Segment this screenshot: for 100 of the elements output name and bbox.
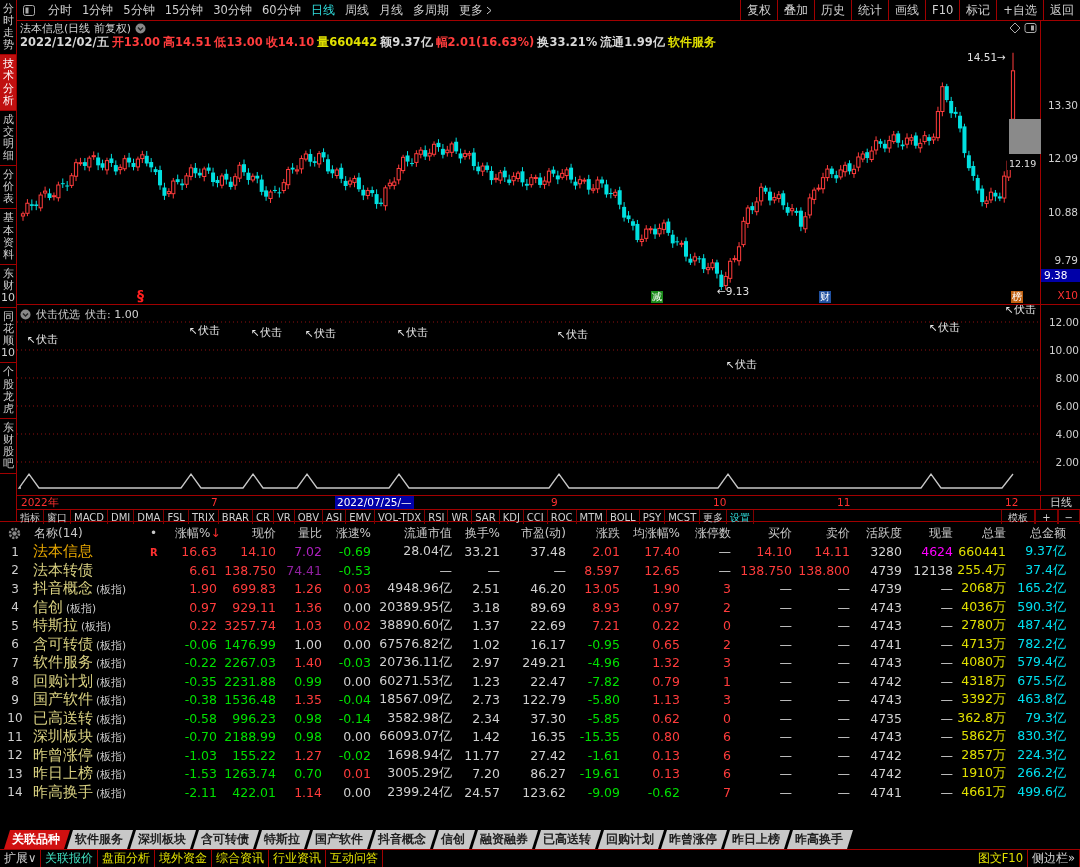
- sheet-tab[interactable]: 信创: [433, 830, 475, 850]
- column-header[interactable]: 总金额: [1006, 524, 1066, 542]
- column-header[interactable]: 现量: [902, 524, 953, 542]
- column-header[interactable]: 现价: [217, 524, 276, 542]
- column-header[interactable]: 涨速%: [322, 524, 371, 542]
- period-tab[interactable]: 更多: [453, 2, 497, 18]
- indicator-tab[interactable]: DMI: [108, 510, 135, 524]
- sheet-tab[interactable]: 国产软件: [307, 830, 373, 850]
- sheet-tab[interactable]: 深圳板块: [130, 830, 196, 850]
- indicator-tab[interactable]: OBV: [294, 510, 323, 524]
- stock-name[interactable]: 法本转债: [33, 560, 93, 580]
- side-tab[interactable]: 东财10: [0, 264, 16, 309]
- indicator-tab[interactable]: RSI: [425, 510, 449, 524]
- bottom-tab[interactable]: 行业资讯: [269, 850, 327, 867]
- sheet-tab[interactable]: 回购计划: [598, 830, 664, 850]
- toolbar-button[interactable]: 叠加: [777, 0, 815, 20]
- panel-button[interactable]: −: [1057, 510, 1080, 524]
- toolbar-button[interactable]: 画线: [888, 0, 926, 20]
- side-tab[interactable]: 分价表: [0, 166, 16, 210]
- stock-name[interactable]: 法本信息: [33, 542, 93, 561]
- indicator-tab[interactable]: ASI: [323, 510, 347, 524]
- indicator-tab[interactable]: VOL-TDX: [374, 510, 426, 524]
- indicator-tab[interactable]: 窗口: [44, 510, 71, 524]
- indicator-tab[interactable]: FSL: [164, 510, 189, 524]
- toolbar-button[interactable]: 统计: [851, 0, 889, 20]
- indicator-tab[interactable]: PSY: [639, 510, 666, 524]
- period-tab[interactable]: 15分钟: [159, 2, 209, 18]
- sheet-tab[interactable]: 软件服务: [67, 830, 133, 850]
- sheet-tab[interactable]: 抖音概念: [370, 830, 436, 850]
- indicator-tab[interactable]: KDJ: [499, 510, 524, 524]
- column-header[interactable]: 流通市值: [371, 524, 452, 542]
- indicator-tab[interactable]: BRAR: [218, 510, 253, 524]
- stock-name[interactable]: 深圳板块: [33, 727, 93, 746]
- column-header[interactable]: 涨停数: [680, 524, 731, 542]
- side-tab[interactable]: 基本资料: [0, 209, 16, 265]
- expand-button[interactable]: 扩展∨: [0, 850, 42, 867]
- stock-name[interactable]: 国产软件: [33, 690, 93, 709]
- bottom-tab[interactable]: 盘面分析: [98, 850, 156, 867]
- column-header[interactable]: 名称(14): [30, 524, 150, 542]
- period-tab[interactable]: 1分钟: [77, 2, 119, 18]
- sheet-tab[interactable]: 特斯拉: [256, 830, 310, 850]
- bottom-tab[interactable]: 关联报价: [41, 850, 99, 867]
- toolbar-button[interactable]: 返回: [1043, 0, 1080, 20]
- bottom-tab[interactable]: 互动问答: [326, 850, 384, 867]
- indicator-tab[interactable]: MTM: [576, 510, 607, 524]
- period-tab[interactable]: 30分钟: [208, 2, 257, 18]
- sheet-tab[interactable]: 昨高换手: [787, 830, 853, 850]
- bottom-tab[interactable]: 综合资讯: [212, 850, 270, 867]
- stock-name[interactable]: 昨曾涨停: [33, 745, 93, 765]
- column-header[interactable]: 市盈(动): [500, 524, 566, 542]
- indicator-tab[interactable]: VR: [273, 510, 295, 524]
- stock-name[interactable]: 抖音概念: [33, 579, 93, 598]
- period-tab[interactable]: 日线: [305, 2, 340, 18]
- stock-name[interactable]: 昨高换手: [33, 782, 93, 802]
- side-tab[interactable]: 同花顺10: [0, 308, 16, 364]
- toolbar-button[interactable]: F10: [925, 0, 960, 20]
- indicator-tab[interactable]: ROC: [547, 510, 577, 524]
- stock-name[interactable]: 回购计划: [33, 671, 93, 691]
- column-header[interactable]: 涨跌: [566, 524, 620, 542]
- stock-name[interactable]: 信创: [33, 597, 63, 617]
- event-marker[interactable]: 榜: [1011, 291, 1023, 303]
- column-header[interactable]: •: [150, 526, 175, 540]
- indicator-tab[interactable]: CR: [253, 510, 274, 524]
- indicator-tab[interactable]: MACD: [71, 510, 108, 524]
- indicator-tab[interactable]: 设置: [727, 510, 755, 524]
- column-header[interactable]: 活跃度: [850, 524, 902, 542]
- column-header[interactable]: 总量: [953, 524, 1006, 542]
- indicator-tab[interactable]: SAR: [472, 510, 500, 524]
- indicator-tab[interactable]: EMV: [346, 510, 375, 524]
- stock-name[interactable]: 昨日上榜: [33, 764, 93, 783]
- panel-button[interactable]: +: [1035, 510, 1058, 524]
- sheet-tab[interactable]: 融资融券: [472, 830, 538, 850]
- sheet-tab[interactable]: 含可转债: [193, 830, 259, 850]
- indicator-tab[interactable]: 更多: [700, 510, 728, 524]
- stock-name[interactable]: 软件服务: [33, 653, 93, 672]
- stock-name[interactable]: 已高送转: [33, 708, 93, 728]
- indicator-tab[interactable]: DMA: [134, 510, 165, 524]
- sheet-tab[interactable]: 已高送转: [535, 830, 601, 850]
- column-header[interactable]: 均涨幅%: [620, 524, 680, 542]
- period-tab[interactable]: 月线: [373, 2, 408, 18]
- indicator-tab[interactable]: MCST: [665, 510, 701, 524]
- bottom-button[interactable]: 侧边栏»: [1027, 850, 1080, 867]
- panel-button[interactable]: 模板: [1001, 510, 1036, 524]
- column-header[interactable]: 卖价: [792, 524, 850, 542]
- period-tab[interactable]: 60分钟: [256, 2, 306, 18]
- side-tab[interactable]: 东财股吧: [0, 418, 16, 475]
- indicator-tab[interactable]: WR: [448, 510, 473, 524]
- period-tab[interactable]: 周线: [339, 2, 374, 18]
- period-tab[interactable]: 多周期: [407, 2, 454, 18]
- toolbar-button[interactable]: +自选: [996, 0, 1043, 20]
- event-marker[interactable]: 财: [819, 291, 831, 303]
- stock-name[interactable]: 含可转债: [33, 634, 93, 654]
- period-tab[interactable]: 分时: [43, 2, 77, 18]
- toolbar-button[interactable]: 标记: [959, 0, 997, 20]
- event-marker[interactable]: §: [136, 289, 145, 302]
- column-header[interactable]: 换手%: [452, 524, 500, 542]
- toolbar-button[interactable]: 复权: [740, 0, 778, 20]
- toolbar-button[interactable]: 历史: [814, 0, 852, 20]
- column-header[interactable]: 涨幅%↓: [175, 524, 217, 542]
- sheet-tab[interactable]: 昨日上榜: [724, 830, 790, 850]
